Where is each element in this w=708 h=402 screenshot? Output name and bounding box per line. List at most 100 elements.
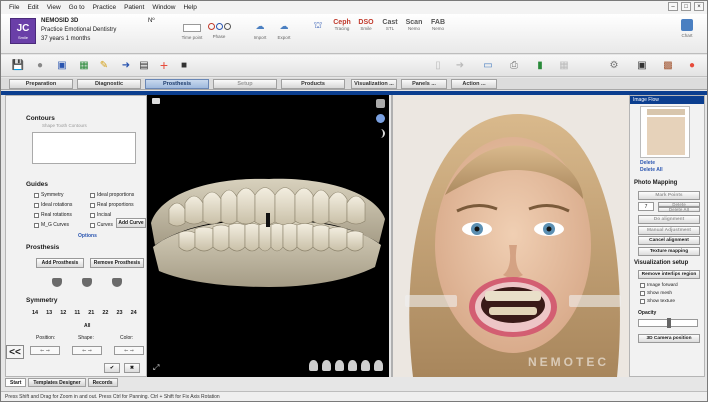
add-curve-button[interactable]: Add Curve xyxy=(116,218,146,228)
export-button[interactable]: ☁ Export xyxy=(273,19,295,49)
guide-real-proportions-checkbox[interactable]: Real proportions xyxy=(90,202,134,208)
time-point-field[interactable] xyxy=(183,24,201,32)
box-icon[interactable]: ▩ xyxy=(661,58,675,72)
disabled-icon-1[interactable]: ▯ xyxy=(431,58,445,72)
import-button[interactable]: ☁ Import xyxy=(249,19,271,49)
thumbnail-2[interactable] xyxy=(647,117,685,155)
delete-all-points-button[interactable]: Delete All xyxy=(658,207,700,212)
tab-preparation[interactable]: Preparation xyxy=(9,79,73,89)
screen-icon[interactable]: ▣ xyxy=(635,58,649,72)
tab-action[interactable]: Action ... xyxy=(451,79,497,89)
shape-stepper[interactable]: ⇽ ⇾ xyxy=(72,346,102,355)
dso-button[interactable]: DSO Smile xyxy=(355,19,377,49)
do-alignment-button[interactable]: Do alignment xyxy=(638,215,700,224)
disabled-icon-3[interactable]: ▦ xyxy=(557,58,571,72)
tab-records[interactable]: Records xyxy=(87,378,118,387)
show-mesh-checkbox[interactable]: Show mesh xyxy=(640,291,672,296)
opacity-slider-handle[interactable] xyxy=(667,318,671,328)
head-front-icon[interactable] xyxy=(309,360,318,371)
tooth-23[interactable]: 23 xyxy=(116,310,122,316)
cast-button[interactable]: Cast STL xyxy=(379,19,401,49)
document-icon[interactable]: ▮ xyxy=(533,58,547,72)
tab-prosthesis[interactable]: Prosthesis xyxy=(145,79,209,89)
head-bottom-icon[interactable] xyxy=(361,360,370,371)
opacity-slider[interactable] xyxy=(638,318,698,328)
tab-templates-designer[interactable]: Templates Designer xyxy=(28,378,86,387)
prosthesis-shape-icon-3[interactable] xyxy=(112,278,122,287)
camera-icon[interactable]: ▣ xyxy=(55,58,69,72)
cancel-button[interactable]: ✖ xyxy=(124,363,140,373)
phase-control[interactable]: Phase xyxy=(205,19,233,49)
tooth-11[interactable]: 11 xyxy=(74,310,80,316)
patient-avatar[interactable]: JC Smile xyxy=(10,18,36,44)
menu-window[interactable]: Window xyxy=(152,4,175,11)
color-stepper[interactable]: ⇽ ⇾ xyxy=(114,346,144,355)
close-icon[interactable]: × xyxy=(694,2,704,11)
minimize-icon[interactable]: – xyxy=(668,2,678,11)
maximize-icon[interactable]: □ xyxy=(681,2,691,11)
menu-goto[interactable]: Go to xyxy=(69,4,85,11)
remove-prosthesis-button[interactable]: Remove Prosthesis xyxy=(90,258,144,268)
remove-interlips-button[interactable]: Remove interlips region xyxy=(638,270,700,279)
tab-panels[interactable]: Panels ... xyxy=(401,79,447,89)
circle-icon[interactable]: ● xyxy=(33,58,47,72)
menu-help[interactable]: Help xyxy=(183,4,196,11)
show-texture-checkbox[interactable]: Show texture xyxy=(640,299,675,304)
delete-image-link[interactable]: Delete xyxy=(640,160,655,166)
guide-curves-checkbox[interactable]: Curves xyxy=(90,222,113,228)
save-icon[interactable]: 💾 xyxy=(11,58,25,72)
tab-diagnostic[interactable]: Diagnostic xyxy=(77,79,141,89)
confirm-button[interactable]: ✔ xyxy=(104,363,120,373)
delete-all-images-link[interactable]: Delete All xyxy=(640,167,663,173)
mark-points-button[interactable]: Mark Points xyxy=(638,191,700,200)
guide-mg-curves-checkbox[interactable]: M_G Curves xyxy=(34,222,69,228)
tooth-22[interactable]: 22 xyxy=(102,310,108,316)
print-icon[interactable]: ⎙ xyxy=(507,58,521,72)
guide-real-rotations-checkbox[interactable]: Real rotations xyxy=(34,212,72,218)
prosthesis-shape-icon-2[interactable] xyxy=(82,278,92,287)
model-3d-viewport[interactable]: ⤢ xyxy=(147,95,389,377)
disabled-icon-2[interactable]: ➜ xyxy=(453,58,467,72)
guide-incisal-checkbox[interactable]: Incisal xyxy=(90,212,111,218)
tooth-13[interactable]: 13 xyxy=(46,310,52,316)
crosshair-icon[interactable]: + xyxy=(157,57,171,73)
menu-edit[interactable]: Edit xyxy=(27,4,38,11)
patient-photo-viewport[interactable]: NEMOTEC xyxy=(391,95,629,377)
scan-button[interactable]: Scan Nemo xyxy=(403,19,425,49)
head-top-icon[interactable] xyxy=(348,360,357,371)
fab-button[interactable]: FAB Nemo xyxy=(427,19,449,49)
contours-list[interactable] xyxy=(32,132,136,164)
tool-icon[interactable]: ■ xyxy=(177,58,191,72)
all-teeth-toggle[interactable]: All xyxy=(84,323,90,329)
tooth-12[interactable]: 12 xyxy=(60,310,66,316)
chart-button[interactable]: Chart xyxy=(677,19,697,49)
image-icon[interactable]: ▦ xyxy=(77,58,91,72)
cancel-alignment-button[interactable]: Cancel alignment xyxy=(638,236,700,245)
layers-icon[interactable]: ▤ xyxy=(137,58,151,72)
texture-mapping-button[interactable]: Texture mapping xyxy=(638,247,700,256)
pencil-icon[interactable]: ✎ xyxy=(97,58,111,72)
options-link[interactable]: Options xyxy=(78,233,97,239)
collapse-panel-button[interactable]: << xyxy=(6,345,24,359)
guide-symmetry-checkbox[interactable]: Symmetry xyxy=(34,192,64,198)
guide-ideal-rotations-checkbox[interactable]: Ideal rotations xyxy=(34,202,72,208)
menu-view[interactable]: View xyxy=(47,4,61,11)
head-right-icon[interactable] xyxy=(335,360,344,371)
menu-file[interactable]: File xyxy=(9,4,19,11)
camera-position-button[interactable]: 3D Camera position xyxy=(638,334,700,343)
prosthesis-shape-icon-1[interactable] xyxy=(52,278,62,287)
menu-practice[interactable]: Practice xyxy=(93,4,116,11)
expand-icon[interactable]: ⤢ xyxy=(153,363,161,372)
stop-icon[interactable]: ● xyxy=(685,58,699,72)
tab-products[interactable]: Products xyxy=(281,79,345,89)
head-left-icon[interactable] xyxy=(322,360,331,371)
add-prosthesis-button[interactable]: Add Prosthesis xyxy=(36,258,84,268)
phase-icon[interactable] xyxy=(207,23,231,30)
points-spinner[interactable]: 7 xyxy=(638,202,654,211)
tooth-button[interactable]: ⛫ xyxy=(307,19,329,49)
menu-patient[interactable]: Patient xyxy=(124,4,144,11)
arrow-right-icon[interactable]: ➜ xyxy=(119,58,133,72)
tab-start[interactable]: Start xyxy=(5,378,27,387)
tab-setup[interactable]: Setup xyxy=(213,79,277,89)
tools-icon[interactable]: ⚙ xyxy=(607,58,621,72)
